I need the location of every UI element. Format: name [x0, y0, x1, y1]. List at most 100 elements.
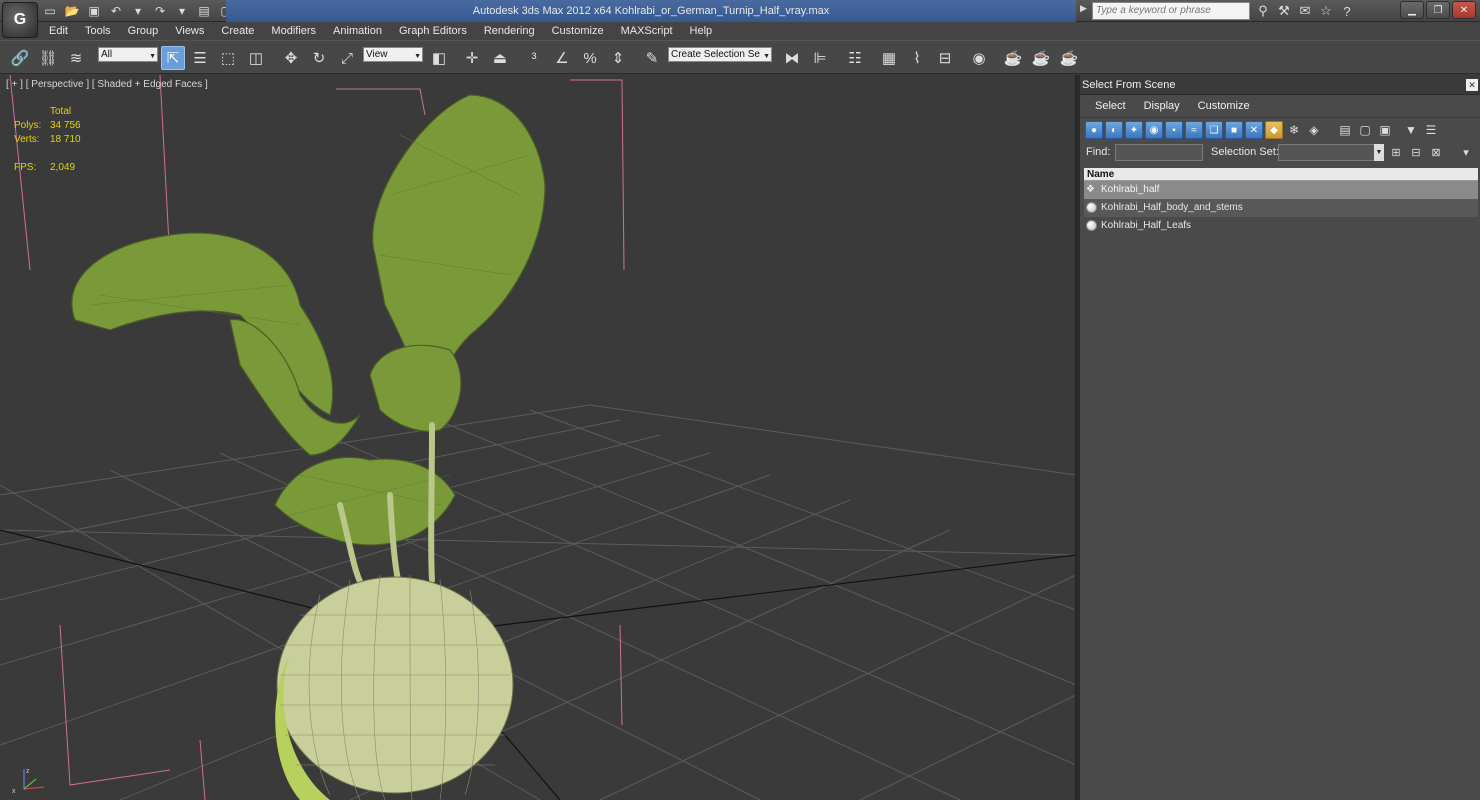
select-and-link-icon[interactable]: 🔗 — [8, 46, 32, 70]
selection-set-dropdown-arrow-icon[interactable]: ▼ — [1374, 144, 1384, 161]
bind-space-warp-icon[interactable]: ≋ — [64, 46, 88, 70]
selection-filter-dropdown[interactable]: All ▼ — [98, 47, 158, 62]
communication-icon[interactable]: ✉ — [1296, 2, 1314, 20]
menu-create[interactable]: Create — [212, 22, 262, 40]
redo-icon[interactable]: ↷ — [150, 2, 170, 20]
list-item[interactable]: Kohlrabi_Half_body_and_stems — [1084, 199, 1478, 217]
menu-customize[interactable]: Customize — [543, 22, 612, 40]
undo-dropdown-icon[interactable]: ▾ — [128, 2, 148, 20]
display-all-icon[interactable]: ▤ — [1336, 121, 1354, 139]
display-hidden-icon[interactable]: ◈ — [1305, 121, 1323, 139]
angle-snap-icon[interactable]: ∠ — [550, 46, 574, 70]
material-editor-icon[interactable]: ◉ — [967, 46, 991, 70]
fps-label: FPS: — [14, 162, 37, 173]
favorites-star-icon[interactable]: ☆ — [1317, 2, 1335, 20]
scale-icon[interactable]: ⤢ — [335, 46, 359, 70]
display-geometry-icon[interactable]: ● — [1085, 121, 1103, 139]
display-frozen-icon[interactable]: ❄ — [1285, 121, 1303, 139]
keyboard-shortcut-override-icon[interactable]: ⏏ — [488, 46, 512, 70]
display-lights-icon[interactable]: ✦ — [1125, 121, 1143, 139]
minimize-icon[interactable]: ▁ — [1400, 1, 1424, 19]
help-icon[interactable]: ? — [1338, 2, 1356, 20]
search-collapse-icon[interactable]: ▶ — [1080, 3, 1090, 19]
graphite-ribbon-icon[interactable]: ▦ — [877, 46, 901, 70]
pivot-center-icon[interactable]: ◧ — [427, 46, 451, 70]
viewport-label[interactable]: [ + ] [ Perspective ] [ Shaded + Edged F… — [6, 79, 208, 90]
menu-graph-editors[interactable]: Graph Editors — [390, 22, 475, 40]
schematic-view-icon[interactable]: ⊟ — [933, 46, 957, 70]
menu-maxscript[interactable]: MAXScript — [612, 22, 681, 40]
filter-icon[interactable]: ▼ — [1402, 121, 1420, 139]
menu-tools[interactable]: Tools — [76, 22, 119, 40]
percent-snap-icon[interactable]: % — [578, 46, 602, 70]
display-groups-icon[interactable]: ❑ — [1205, 121, 1223, 139]
display-containers-icon[interactable]: ◆ — [1265, 121, 1283, 139]
restore-icon[interactable]: ❐ — [1426, 1, 1450, 19]
menu-group[interactable]: Group — [119, 22, 167, 40]
display-spacewarps-icon[interactable]: ≈ — [1185, 121, 1203, 139]
move-icon[interactable]: ✥ — [279, 46, 303, 70]
display-shapes-icon[interactable]: ◐ — [1105, 121, 1123, 139]
select-invert-icon[interactable]: ⊠ — [1428, 144, 1444, 160]
close-icon[interactable]: ✕ — [1452, 1, 1476, 19]
select-manipulate-icon[interactable]: ✛ — [460, 46, 484, 70]
rectangular-selection-icon[interactable]: ⬚ — [216, 46, 240, 70]
snaps-toggle-icon[interactable]: ³ — [522, 46, 546, 70]
select-by-name-icon[interactable]: ☰ — [188, 46, 212, 70]
mirror-icon[interactable]: ⧓ — [780, 46, 804, 70]
open-file-icon[interactable]: 📂 — [62, 2, 82, 20]
display-xrefs-icon[interactable]: ■ — [1225, 121, 1243, 139]
select-none-icon[interactable]: ⊟ — [1408, 144, 1424, 160]
panel-menu-select[interactable]: Select — [1086, 95, 1135, 117]
list-item[interactable]: ❖ Kohlrabi_half — [1084, 181, 1478, 199]
subscription-icon[interactable]: ⚒ — [1275, 2, 1293, 20]
layer-manager-icon[interactable]: ☷ — [843, 46, 867, 70]
keyword-search-input[interactable]: Type a keyword or phrase — [1092, 2, 1250, 20]
reference-coordinate-dropdown[interactable]: View ▼ — [363, 47, 423, 62]
menu-rendering[interactable]: Rendering — [475, 22, 543, 40]
menu-help[interactable]: Help — [681, 22, 721, 40]
rendered-frame-window-icon[interactable]: ☕ — [1029, 46, 1053, 70]
menu-animation[interactable]: Animation — [324, 22, 390, 40]
rotate-icon[interactable]: ↻ — [307, 46, 331, 70]
window-crossing-icon[interactable]: ◫ — [244, 46, 268, 70]
display-invert-icon[interactable]: ▣ — [1376, 121, 1394, 139]
edit-named-selection-icon[interactable]: ✎ — [640, 46, 664, 70]
named-selection-sets-dropdown[interactable]: Create Selection Se ▼ — [668, 47, 772, 62]
select-object-icon[interactable]: ⇱ — [161, 46, 185, 70]
list-item[interactable]: Kohlrabi_Half_Leafs — [1084, 217, 1478, 235]
selection-set-dropdown[interactable] — [1278, 144, 1380, 161]
find-input[interactable] — [1115, 144, 1203, 161]
display-cameras-icon[interactable]: ◉ — [1145, 121, 1163, 139]
panel-menu-customize[interactable]: Customize — [1189, 95, 1259, 117]
render-setup-icon[interactable]: ☕ — [1001, 46, 1025, 70]
perspective-viewport[interactable]: [ + ] [ Perspective ] [ Shaded + Edged F… — [0, 75, 1076, 800]
hold-icon[interactable]: ▤ — [194, 2, 214, 20]
display-none-icon[interactable]: ▢ — [1356, 121, 1374, 139]
save-icon[interactable]: ▣ — [84, 2, 104, 20]
app-logo-button[interactable]: G — [2, 2, 38, 38]
menu-views[interactable]: Views — [166, 22, 212, 40]
spinner-snap-icon[interactable]: ⇕ — [606, 46, 630, 70]
new-file-icon[interactable]: ▭ — [40, 2, 60, 20]
render-production-icon[interactable]: ☕ — [1057, 46, 1081, 70]
menu-modifiers[interactable]: Modifiers — [262, 22, 324, 40]
align-icon[interactable]: ⊫ — [808, 46, 832, 70]
display-helpers-icon[interactable]: ▪ — [1165, 121, 1183, 139]
name-column-header[interactable]: Name — [1084, 168, 1478, 181]
home-grid — [0, 404, 1075, 800]
panel-close-icon[interactable]: ✕ — [1466, 79, 1478, 91]
binoculars-icon[interactable]: ⚲ — [1254, 2, 1272, 20]
redo-dropdown-icon[interactable]: ▾ — [172, 2, 192, 20]
panel-options-icon[interactable]: ▾ — [1458, 144, 1474, 160]
select-all-icon[interactable]: ⊞ — [1388, 144, 1404, 160]
display-bones-icon[interactable]: ✕ — [1245, 121, 1263, 139]
undo-icon[interactable]: ↶ — [106, 2, 126, 20]
unlink-icon[interactable]: ⛓ — [36, 46, 60, 70]
selection-filter-value: All — [101, 49, 113, 60]
menu-edit[interactable]: Edit — [40, 22, 76, 40]
panel-menu-display[interactable]: Display — [1135, 95, 1189, 117]
filter-options-icon[interactable]: ☰ — [1422, 121, 1440, 139]
viewport-statistics: Total Polys: 34 756 Verts: 18 710 FPS: 2,04… — [14, 105, 81, 175]
curve-editor-icon[interactable]: ⌇ — [905, 46, 929, 70]
